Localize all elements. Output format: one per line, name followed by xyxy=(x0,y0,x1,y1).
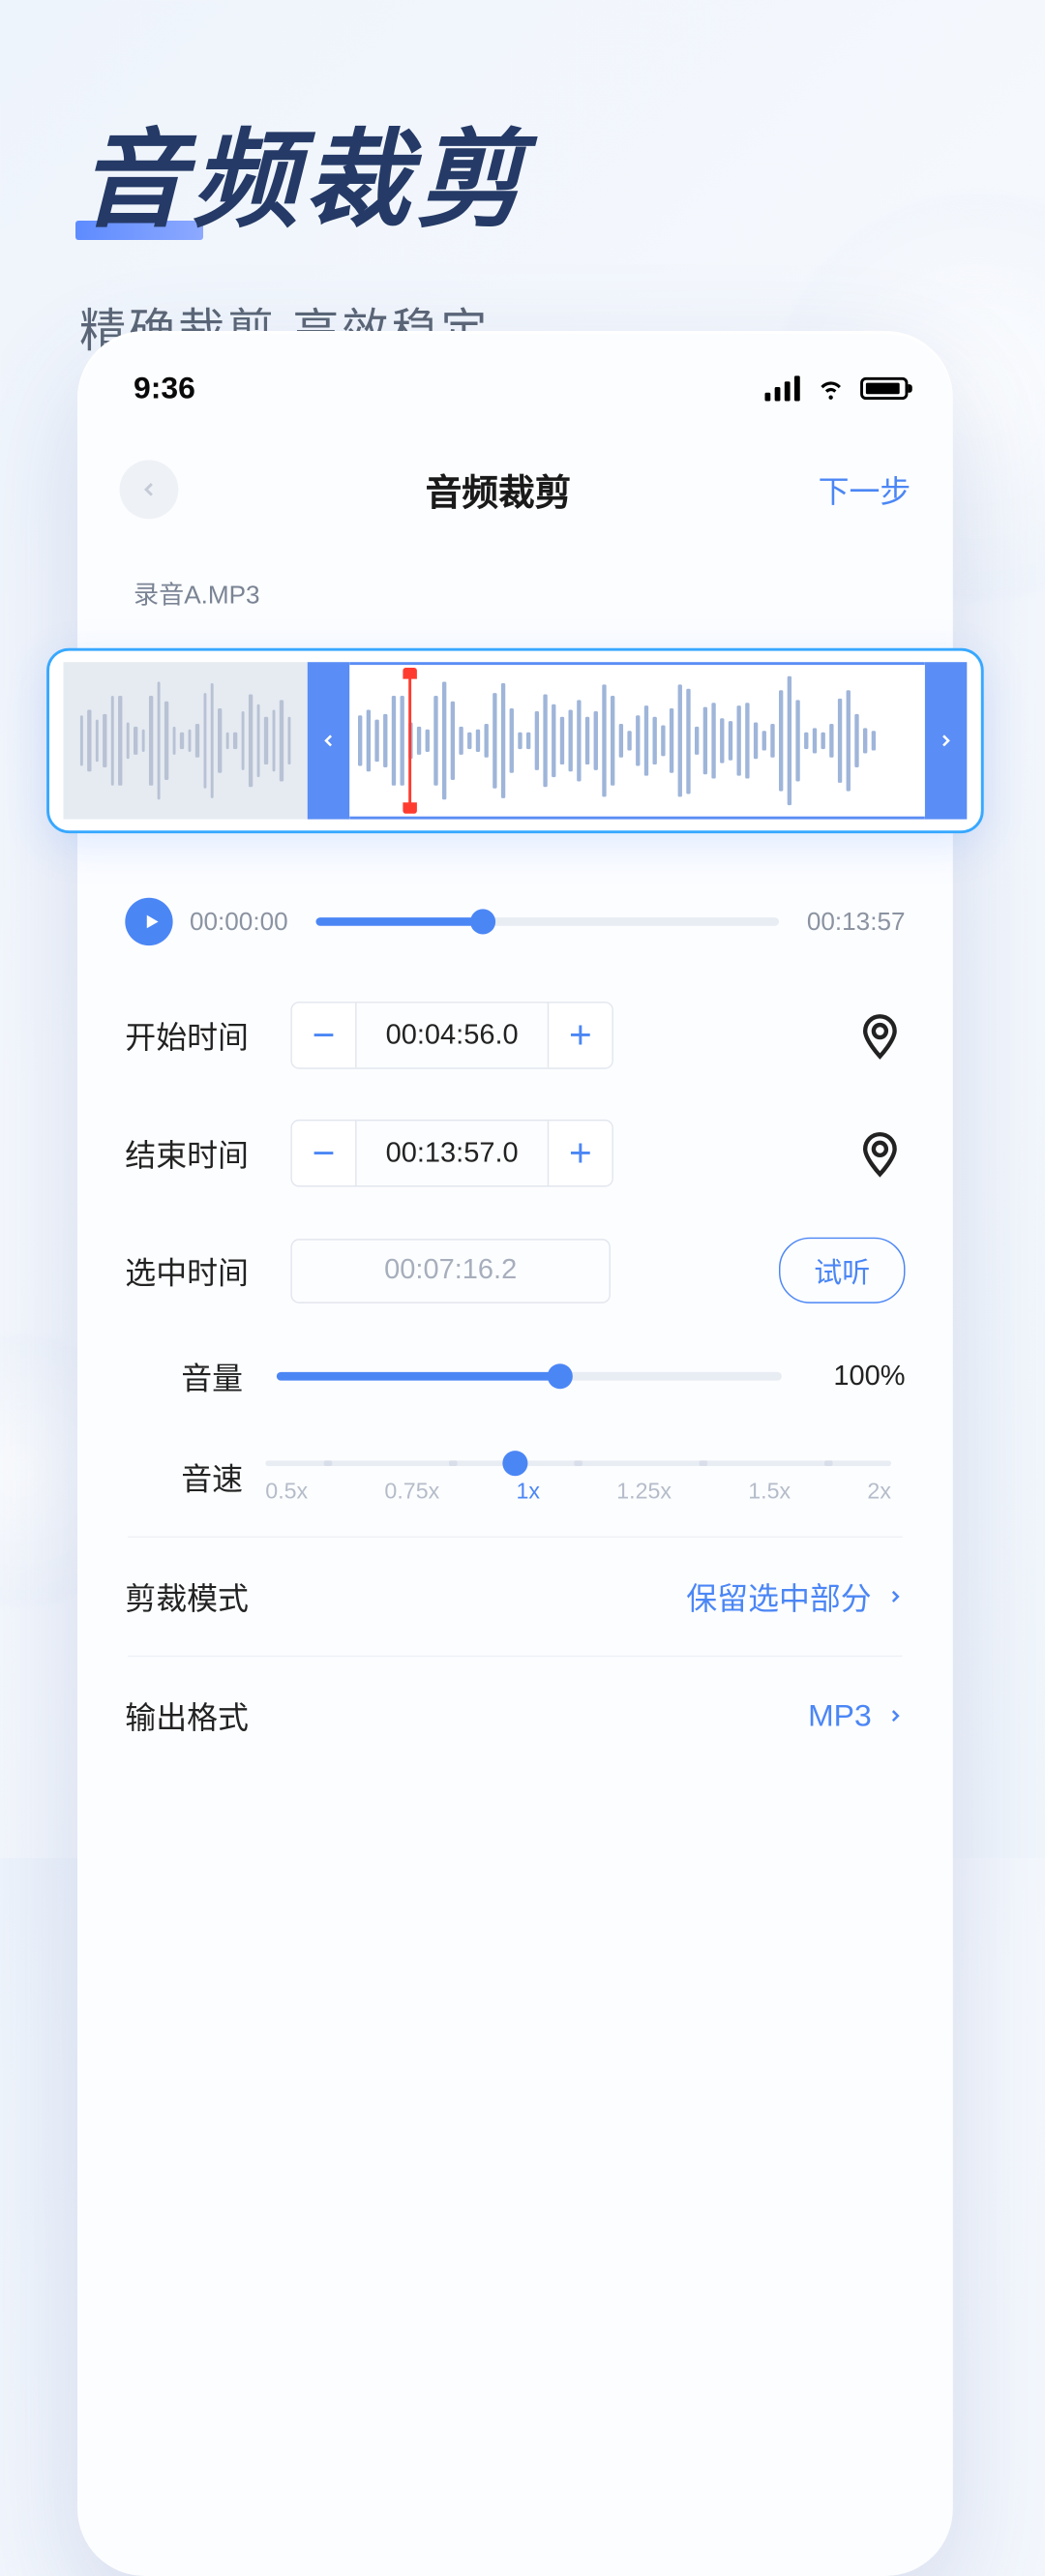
start-time-minus[interactable]: − xyxy=(292,1003,357,1068)
speed-label: 音速 xyxy=(125,1454,251,1499)
waveform-editor[interactable] xyxy=(46,648,984,833)
output-format-row[interactable]: 输出格式 MP3 xyxy=(120,1662,911,1769)
end-time-plus[interactable]: + xyxy=(548,1121,612,1185)
speed-option[interactable]: 2x xyxy=(867,1481,891,1506)
speed-slider[interactable]: 0.5x 0.75x 1x 1.25x 1.5x 2x xyxy=(265,1450,891,1506)
trim-handle-left[interactable] xyxy=(308,662,350,819)
playback-current: 00:00:00 xyxy=(190,907,288,936)
start-time-label: 开始时间 xyxy=(125,1013,290,1058)
start-time-value[interactable]: 00:04:56.0 xyxy=(357,1019,548,1051)
crop-mode-row[interactable]: 剪裁模式 保留选中部分 xyxy=(120,1543,911,1650)
playhead[interactable] xyxy=(408,671,411,811)
playback-slider[interactable] xyxy=(316,917,779,926)
volume-label: 音量 xyxy=(125,1354,251,1398)
end-time-stepper: − 00:13:57.0 + xyxy=(290,1120,613,1187)
status-bar: 9:36 xyxy=(77,365,953,433)
hero-title: 音频裁剪 xyxy=(79,93,528,248)
phone-mockup: 9:36 音频裁剪 下一步 录音A.MP3 xyxy=(77,331,953,2576)
signal-icon xyxy=(765,375,802,401)
play-button[interactable] xyxy=(125,898,172,945)
crop-mode-value: 保留选中部分 xyxy=(686,1574,871,1619)
speed-option[interactable]: 0.75x xyxy=(384,1481,439,1506)
end-time-label: 结束时间 xyxy=(125,1131,290,1176)
playback-total: 00:13:57 xyxy=(807,907,906,936)
speed-option[interactable]: 1x xyxy=(516,1481,540,1506)
waveform-unselected xyxy=(64,662,308,819)
locate-start-icon[interactable] xyxy=(854,1010,905,1061)
start-time-stepper: − 00:04:56.0 + xyxy=(290,1002,613,1069)
chevron-right-icon xyxy=(885,1706,905,1725)
wifi-icon xyxy=(816,375,847,401)
volume-slider[interactable] xyxy=(277,1372,782,1381)
start-time-plus[interactable]: + xyxy=(548,1003,612,1068)
speed-option[interactable]: 1.5x xyxy=(748,1481,791,1506)
selected-time-label: 选中时间 xyxy=(125,1248,290,1293)
speed-option[interactable]: 0.5x xyxy=(265,1481,308,1506)
end-time-minus[interactable]: − xyxy=(292,1121,357,1185)
waveform-selected[interactable] xyxy=(349,662,925,819)
battery-icon xyxy=(860,377,908,400)
file-name: 录音A.MP3 xyxy=(77,536,953,626)
selected-time-value: 00:07:16.2 xyxy=(290,1238,611,1303)
crop-mode-label: 剪裁模式 xyxy=(125,1574,249,1619)
volume-value: 100% xyxy=(807,1361,906,1393)
next-button[interactable]: 下一步 xyxy=(819,467,911,512)
back-button[interactable] xyxy=(120,460,179,519)
page-title: 音频裁剪 xyxy=(426,464,572,516)
chevron-right-icon xyxy=(885,1587,905,1606)
locate-end-icon[interactable] xyxy=(854,1128,905,1179)
end-time-value[interactable]: 00:13:57.0 xyxy=(357,1137,548,1169)
speed-option[interactable]: 1.25x xyxy=(616,1481,672,1506)
preview-button[interactable]: 试听 xyxy=(779,1238,906,1303)
output-format-value: MP3 xyxy=(808,1697,872,1734)
status-time: 9:36 xyxy=(134,371,195,407)
output-format-label: 输出格式 xyxy=(125,1693,249,1738)
trim-handle-right[interactable] xyxy=(925,662,968,819)
